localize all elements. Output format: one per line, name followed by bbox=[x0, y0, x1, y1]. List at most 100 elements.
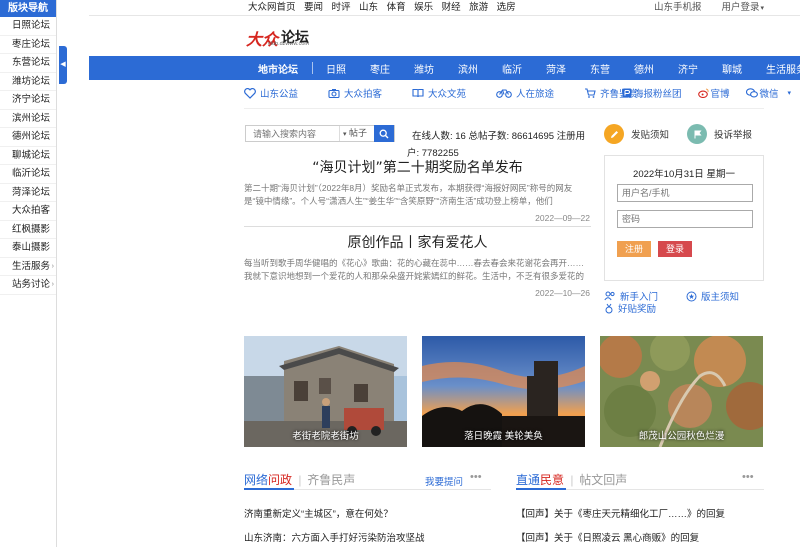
sidebar-item[interactable]: 泰山摄影 bbox=[0, 239, 56, 258]
sidebar-item[interactable]: 枣庄论坛 bbox=[0, 36, 56, 54]
nav-separator bbox=[312, 62, 313, 74]
login-button[interactable]: 登录 bbox=[658, 241, 692, 257]
login-panel: 2022年10月31日 星期一 注册 登录 bbox=[604, 155, 764, 281]
sidebar-item[interactable]: 潍坊论坛 bbox=[0, 73, 56, 91]
list-item[interactable]: 山东济南：六方面入手打好污染防治攻坚战 bbox=[244, 530, 425, 547]
password-field[interactable] bbox=[617, 210, 753, 228]
top-link[interactable]: 娱乐 bbox=[414, 1, 433, 15]
sidebar-item[interactable]: 济宁论坛 bbox=[0, 91, 56, 110]
chevron-right-icon: › bbox=[51, 281, 54, 288]
top-link[interactable]: 旅游 bbox=[469, 1, 488, 15]
official-weibo-link[interactable]: 官博 bbox=[697, 86, 738, 100]
top-link[interactable]: 大众网首页 bbox=[248, 1, 296, 15]
section-title[interactable]: 网络问政 bbox=[244, 473, 295, 487]
cart-icon bbox=[585, 88, 596, 98]
sidebar-item[interactable]: 滨州论坛 bbox=[0, 110, 56, 128]
top-link[interactable]: 财经 bbox=[442, 1, 461, 15]
more-icon[interactable]: ••• bbox=[470, 471, 482, 483]
sidebar-item[interactable]: 大众拍客 bbox=[0, 202, 56, 221]
forum-stats: 在线人数: 16 总帖子数: 86614695 注册用 bbox=[412, 131, 586, 142]
sidebar-item[interactable]: 临沂论坛 bbox=[0, 165, 56, 184]
search-button[interactable] bbox=[374, 125, 394, 142]
sidebar-item[interactable]: 东营论坛 bbox=[0, 54, 56, 73]
sidebar-item[interactable]: 站务讨论 › bbox=[0, 276, 56, 295]
sidebar-item[interactable]: 聊城论坛 bbox=[0, 147, 56, 165]
more-icon[interactable]: ••• bbox=[742, 471, 754, 483]
moderator-notice-link[interactable]: 版主须知 bbox=[686, 289, 753, 303]
list-item[interactable]: 济南重新定义“主城区”，意在何处？ bbox=[244, 506, 425, 530]
article-date: 2022—10—26 bbox=[535, 288, 590, 298]
city-forum-nav: 地市论坛 日照 枣庄 潍坊 滨州 临沂 菏泽 东营 德州 济宁 聊城 生活服务 bbox=[89, 56, 800, 80]
post-reward-link[interactable]: 好贴奖励 bbox=[604, 301, 670, 315]
top-link[interactable]: 山东 bbox=[359, 1, 378, 15]
nav-item[interactable]: 临沂 bbox=[502, 61, 522, 76]
heart-icon bbox=[244, 87, 256, 99]
fans-group-link[interactable]: 海报粉丝团 bbox=[622, 86, 690, 100]
user-login-dropdown[interactable]: 用户登录▾ bbox=[711, 1, 764, 16]
chevron-right-icon: › bbox=[51, 262, 54, 270]
photo-card[interactable]: 落日晚霞 美轮美奂 bbox=[422, 336, 585, 447]
search-type-select[interactable]: ▾ 帖子 bbox=[339, 126, 374, 141]
channel-travel[interactable]: 人在旅途 bbox=[496, 86, 554, 100]
users-icon bbox=[604, 291, 615, 301]
mobile-news-link[interactable]: 山东手机报 bbox=[654, 1, 702, 16]
help-links: 新手入门 版主须知 好贴奖励 bbox=[604, 289, 764, 315]
pencil-icon bbox=[604, 124, 624, 144]
ask-question-link[interactable]: 我要提问 bbox=[425, 474, 463, 488]
nav-item[interactable]: 济宁 bbox=[678, 61, 698, 76]
top-link[interactable]: 时评 bbox=[332, 1, 351, 15]
sidebar-item[interactable]: 日照论坛 bbox=[0, 17, 56, 36]
sidebar-item[interactable]: 德州论坛 bbox=[0, 128, 56, 147]
sidebar-item[interactable]: 菏泽论坛 bbox=[0, 184, 56, 202]
sidebar-item[interactable]: 红枫摄影 bbox=[0, 221, 56, 239]
nav-item[interactable]: 枣庄 bbox=[370, 61, 390, 76]
featured-article[interactable]: 原创作品丨家有爱花人 每当听到歌手周华健唱的《花心》歌曲：花的心藏在蕊中……春去… bbox=[244, 232, 591, 298]
featured-article[interactable]: “海贝计划”第二十期奖励名单发布 第二十期“海贝计划”（2022年8月）奖励名单… bbox=[244, 157, 591, 227]
section-title[interactable]: 直通民意 bbox=[516, 473, 567, 487]
photo-card[interactable]: 郎茂山公园秋色烂漫 bbox=[600, 336, 763, 447]
nav-item[interactable]: 菏泽 bbox=[546, 61, 566, 76]
nav-item[interactable]: 德州 bbox=[634, 61, 654, 76]
top-link[interactable]: 要闻 bbox=[304, 1, 323, 15]
list-item[interactable]: 【回声】关于《枣庄天元精细化工厂……》的回复 bbox=[516, 506, 725, 530]
photo-caption: 郎茂山公园秋色烂漫 bbox=[638, 431, 725, 442]
section-online-inquiry: 网络问政 | 齐鲁民声 我要提问 ••• bbox=[244, 471, 491, 488]
article-title[interactable]: 原创作品丨家有爱花人 bbox=[244, 232, 591, 252]
top-bar: 大众网首页 要闻 时评 山东 体育 娱乐 财经 旅游 选房 山东手机报 用户登录▾ bbox=[89, 0, 800, 16]
nav-item[interactable]: 日照 bbox=[326, 61, 346, 76]
nav-item[interactable]: 潍坊 bbox=[414, 61, 434, 76]
channel-photo[interactable]: 大众拍客 bbox=[328, 86, 382, 100]
nav-item-city-forum[interactable]: 地市论坛 bbox=[258, 61, 298, 76]
register-button[interactable]: 注册 bbox=[617, 241, 651, 257]
username-field[interactable] bbox=[617, 184, 753, 202]
article-date: 2022—09—22 bbox=[535, 213, 590, 223]
channel-public-welfare[interactable]: 山东公益 bbox=[244, 86, 298, 100]
search-icon bbox=[379, 129, 389, 138]
sidebar-item[interactable]: 生活服务 › bbox=[0, 258, 56, 276]
article-title[interactable]: “海贝计划”第二十期奖励名单发布 bbox=[244, 157, 591, 177]
section-subtitle[interactable]: 齐鲁民声 bbox=[307, 473, 355, 487]
channel-literature[interactable]: 大众文苑 bbox=[412, 86, 466, 100]
divider bbox=[244, 226, 591, 227]
list-item[interactable]: 【回声】关于《日照凌云 黑心商贩》的回复 bbox=[516, 530, 725, 547]
nav-item[interactable]: 东营 bbox=[590, 61, 610, 76]
nav-item[interactable]: 聊城 bbox=[722, 61, 742, 76]
nav-item[interactable]: 滨州 bbox=[458, 61, 478, 76]
sidebar-collapse-toggle[interactable]: ◀ bbox=[59, 46, 67, 84]
article-summary: 第二十期“海贝计划”（2022年8月）奖励名单正式发布，本期获得“海报好网民”称… bbox=[244, 183, 573, 206]
section-subtitle[interactable]: 帖文回声 bbox=[579, 473, 627, 487]
top-link[interactable]: 选房 bbox=[497, 1, 516, 15]
top-link[interactable]: 体育 bbox=[387, 1, 406, 15]
article-summary: 每当听到歌手周华健唱的《花心》歌曲：花的心藏在蕊中……春去春会来花谢花会再开……… bbox=[244, 258, 585, 281]
flag-icon bbox=[687, 124, 707, 144]
site-logo[interactable]: 大众 论坛 club.dzwww.com bbox=[246, 26, 356, 49]
post-notice-button[interactable]: 发贴须知 bbox=[604, 124, 669, 144]
complaint-button[interactable]: 投诉举报 bbox=[687, 124, 752, 144]
search-input[interactable] bbox=[246, 126, 339, 141]
photo-card[interactable]: 老街老院老街坊 bbox=[244, 336, 407, 447]
inquiry-list: 济南重新定义“主城区”，意在何处？ 山东济南：六方面入手打好污染防治攻坚战 bbox=[244, 506, 425, 547]
title-separator: | bbox=[570, 473, 574, 487]
title-separator: | bbox=[298, 473, 302, 487]
nav-item[interactable]: 生活服务 bbox=[766, 61, 800, 76]
wechat-dropdown[interactable]: 微信 ▾ bbox=[745, 86, 800, 100]
